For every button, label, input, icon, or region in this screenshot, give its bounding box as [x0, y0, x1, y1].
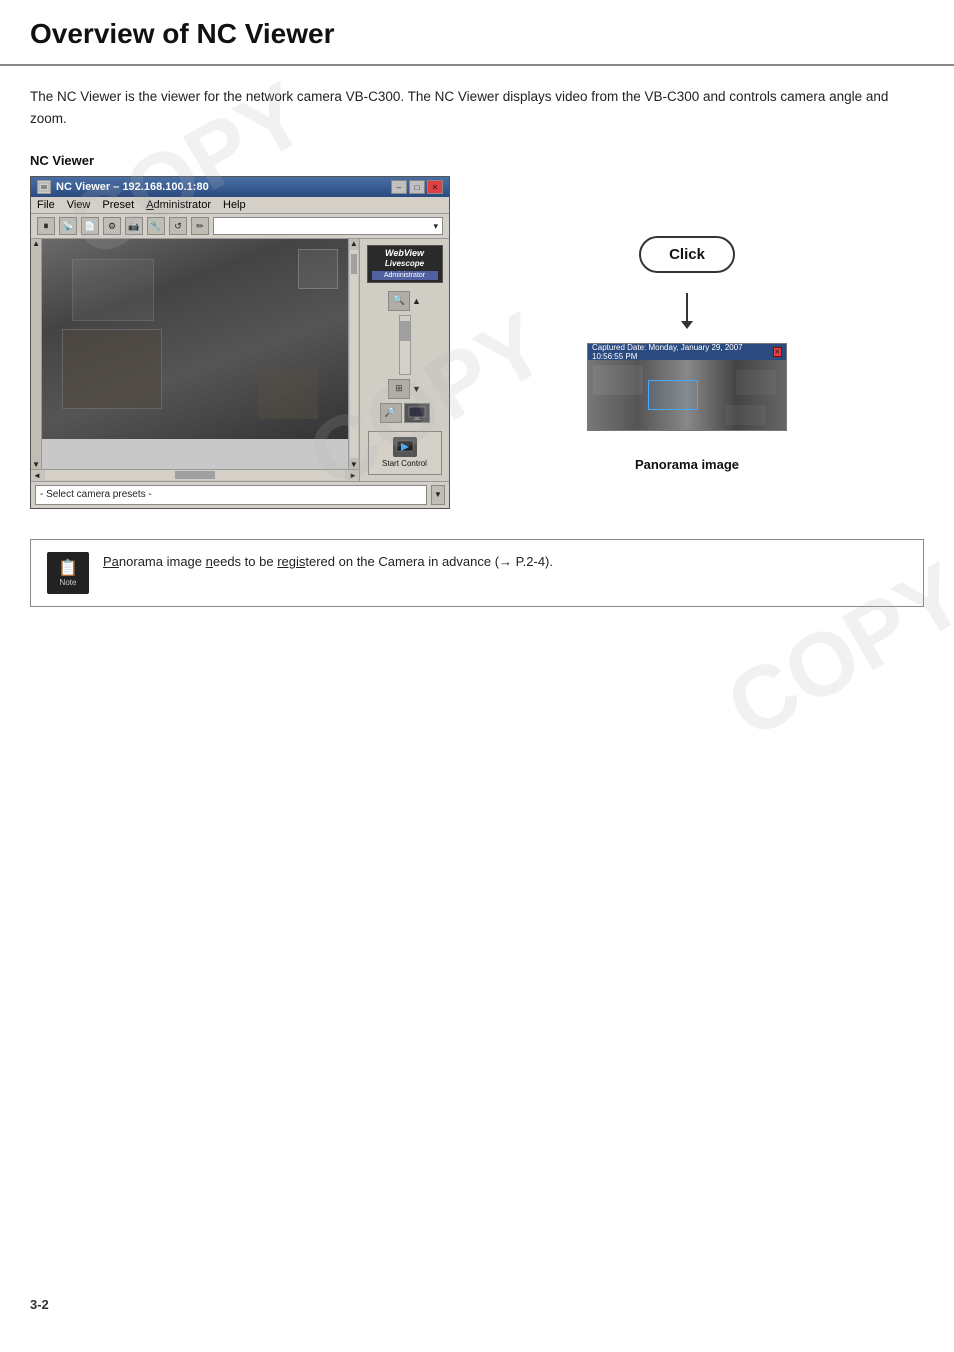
- right-scroll-down[interactable]: ▼: [350, 460, 358, 469]
- menu-preset[interactable]: Preset: [102, 199, 134, 211]
- panorama-title: Captured Date: Monday, January 29, 2007 …: [592, 343, 773, 361]
- click-label: Click: [669, 246, 705, 263]
- page-content: The NC Viewer is the viewer for the netw…: [0, 66, 954, 647]
- intro-paragraph: The NC Viewer is the viewer for the netw…: [30, 86, 924, 129]
- panorama-selection-rect: [648, 380, 698, 410]
- click-bubble: Click: [639, 236, 735, 273]
- toolbar: ⏸ 📡 📄 ⚙ 📷 🔧 ↺ ✏ ▾: [31, 214, 449, 239]
- right-scroll-up[interactable]: ▲: [350, 239, 358, 248]
- nc-viewer-titlebar: NC Viewer – 192.168.100.1:80 – □ ✕: [31, 177, 449, 197]
- nc-viewer-titlebar-icon: [37, 180, 51, 194]
- toolbar-settings-icon[interactable]: ⚙: [103, 217, 121, 235]
- toolbar-edit-icon[interactable]: ✏: [191, 217, 209, 235]
- section-label: NC Viewer: [30, 153, 924, 168]
- close-button[interactable]: ✕: [427, 180, 443, 194]
- toolbar-network-icon[interactable]: 🔧: [147, 217, 165, 235]
- h-scrollbar: ◄ ►: [31, 469, 359, 481]
- zoom-scrollbar-thumb[interactable]: [400, 321, 410, 341]
- h-scroll-track: [45, 470, 345, 480]
- camera-view: [42, 239, 348, 439]
- webview-title-line1: WebView: [372, 248, 438, 259]
- start-control-button[interactable]: Start Control: [368, 431, 442, 475]
- right-vscrollbar: ▲ ▼: [348, 239, 359, 468]
- start-control-icon: [393, 437, 417, 457]
- zoom-scrollbar: [399, 315, 411, 375]
- note-icon: 📋 Note: [47, 552, 89, 594]
- maximize-button[interactable]: □: [409, 180, 425, 194]
- click-arrow-down: [686, 293, 688, 323]
- titlebar-title: NC Viewer – 192.168.100.1:80: [56, 181, 209, 193]
- snapshot-icon[interactable]: 🔎: [380, 403, 402, 423]
- zoom-up-arrow[interactable]: ▲: [412, 296, 421, 306]
- webview-title-line2: Livescope: [372, 259, 438, 269]
- panorama-titlebar: Captured Date: Monday, January 29, 2007 …: [588, 344, 786, 360]
- toolbar-doc-icon[interactable]: 📄: [81, 217, 99, 235]
- note-box: 📋 Note Panorama image needs to be regist…: [30, 539, 924, 607]
- h-scroll-thumb[interactable]: [175, 471, 215, 479]
- note-text-part1: Panorama image needs to be registered on…: [103, 554, 553, 569]
- preset-dropdown[interactable]: - Select camera presets -: [35, 485, 427, 505]
- panorama-preview-window: Captured Date: Monday, January 29, 2007 …: [587, 343, 787, 431]
- camera-controls-panel: WebView Livescope Administrator 🔍 ▲: [359, 239, 449, 480]
- snapshot-area: 🔎: [380, 403, 430, 423]
- ptz-icon[interactable]: ⊞: [388, 379, 410, 399]
- zoom-icon[interactable]: 🔍: [388, 291, 410, 311]
- preset-placeholder: - Select camera presets -: [40, 489, 152, 500]
- nc-bottom-bar: - Select camera presets - ▼: [31, 481, 449, 508]
- minimize-button[interactable]: –: [391, 180, 407, 194]
- note-icon-label: Note: [60, 578, 77, 587]
- toolbar-pause-icon[interactable]: ⏸: [37, 217, 55, 235]
- menu-administrator[interactable]: Administrator: [146, 199, 211, 211]
- diagram-right: Click Captured Date: Monday, January 29,…: [450, 176, 924, 472]
- h-scroll-left-btn[interactable]: ◄: [31, 471, 43, 480]
- webview-badge: WebView Livescope Administrator: [367, 245, 443, 282]
- note-text: Panorama image needs to be registered on…: [103, 552, 553, 573]
- menu-view[interactable]: View: [67, 199, 91, 211]
- panorama-close-button[interactable]: ✕: [773, 347, 782, 357]
- left-scroll-down[interactable]: ▼: [32, 460, 40, 469]
- panorama-label: Panorama image: [635, 457, 739, 472]
- menu-file[interactable]: File: [37, 199, 55, 211]
- menu-help[interactable]: Help: [223, 199, 246, 211]
- menu-bar: File View Preset Administrator Help: [31, 197, 449, 214]
- page-header: Overview of NC Viewer: [0, 0, 954, 66]
- toolbar-signal-icon[interactable]: 📡: [59, 217, 77, 235]
- titlebar-left: NC Viewer – 192.168.100.1:80: [37, 180, 209, 194]
- start-control-label: Start Control: [382, 459, 427, 468]
- page-number: 3-2: [30, 1297, 49, 1312]
- page-title: Overview of NC Viewer: [30, 18, 924, 50]
- nc-viewer-window: NC Viewer – 192.168.100.1:80 – □ ✕ File …: [30, 176, 450, 508]
- toolbar-refresh-icon[interactable]: ↺: [169, 217, 187, 235]
- viewer-body: ▲ ▼: [31, 239, 449, 480]
- monitor-icon[interactable]: [404, 403, 430, 423]
- ptz-control: ⊞ ▼: [388, 379, 421, 399]
- ptz-down-arrow[interactable]: ▼: [412, 384, 421, 394]
- note-icon-symbol: 📋: [58, 558, 78, 578]
- panorama-image: [588, 360, 786, 430]
- h-scroll-right-btn[interactable]: ►: [347, 471, 359, 480]
- toolbar-dropdown[interactable]: ▾: [213, 217, 443, 235]
- preset-dropdown-arrow[interactable]: ▼: [431, 485, 445, 505]
- titlebar-controls: – □ ✕: [391, 180, 443, 194]
- diagram-area: NC Viewer – 192.168.100.1:80 – □ ✕ File …: [30, 176, 924, 508]
- left-vscrollbar: ▲ ▼: [31, 239, 42, 468]
- zoom-control: 🔍 ▲: [388, 291, 421, 311]
- left-scroll-up[interactable]: ▲: [32, 239, 40, 248]
- toolbar-camera-icon[interactable]: 📷: [125, 217, 143, 235]
- webview-admin-label: Administrator: [372, 271, 438, 280]
